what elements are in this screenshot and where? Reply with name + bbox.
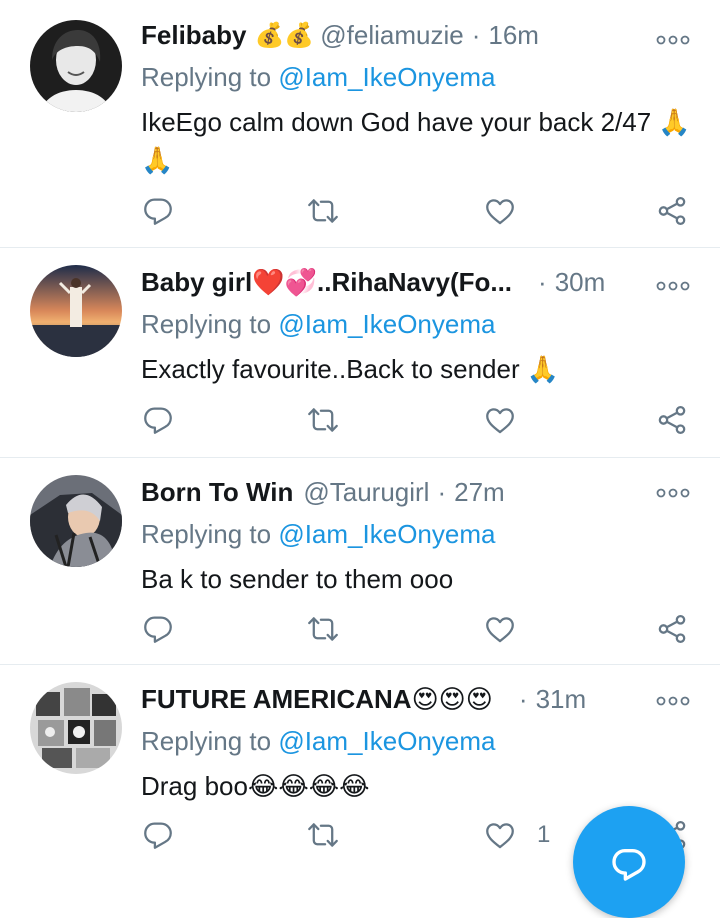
separator-dot: · (437, 476, 447, 507)
more-options-icon[interactable] (656, 694, 690, 708)
heart-icon (483, 194, 517, 228)
heart-icon (483, 403, 517, 437)
retweet-icon (306, 818, 340, 852)
share-icon (655, 403, 689, 437)
avatar[interactable] (30, 265, 122, 357)
retweet-icon (306, 612, 340, 646)
name-emoji: 💰💰 (254, 21, 315, 49)
reply-button[interactable] (141, 194, 175, 228)
tweet-text: Drag boo😂😂😂😂 (141, 771, 370, 801)
share-button[interactable] (655, 612, 689, 646)
avatar[interactable] (30, 475, 122, 567)
tweet-actions (141, 403, 690, 443)
replying-prefix: Replying to (141, 309, 279, 339)
reply-icon (141, 403, 175, 437)
share-icon (655, 612, 689, 646)
reply-button[interactable] (141, 818, 175, 852)
replying-to: Replying to @Iam_IkeOnyema (141, 519, 495, 550)
replying-to-link[interactable]: @Iam_IkeOnyema (278, 519, 495, 549)
replying-prefix: Replying to (141, 62, 279, 92)
replying-to-link[interactable]: @Iam_IkeOnyema (278, 309, 495, 339)
heart-icon (483, 818, 517, 852)
user-handle[interactable]: @Taurugirl (303, 477, 429, 508)
timestamp[interactable]: 31m (536, 684, 587, 715)
retweet-button[interactable] (306, 612, 340, 646)
tweet-text: Ba k to sender to them ooo (141, 564, 454, 594)
like-button[interactable] (483, 818, 517, 852)
timestamp[interactable]: 27m (454, 477, 505, 508)
tweet-header: Baby girl❤️💞..RihaNavy(Fo... · 30m (141, 264, 605, 300)
retweet-button[interactable] (306, 818, 340, 852)
like-button[interactable] (483, 403, 517, 437)
user-handle[interactable]: @feliamuzie (320, 20, 463, 51)
display-name[interactable]: Felibaby (141, 20, 246, 51)
retweet-icon (306, 403, 340, 437)
share-button[interactable] (655, 194, 689, 228)
reply-icon (141, 818, 175, 852)
share-icon (655, 194, 689, 228)
tweet-header: Born To Win @Taurugirl · 27m (141, 474, 505, 510)
retweet-button[interactable] (306, 403, 340, 437)
reply-icon (141, 612, 175, 646)
tweet-actions (141, 194, 690, 234)
separator-dot: · (518, 683, 528, 714)
avatar[interactable] (30, 20, 122, 112)
timestamp[interactable]: 16m (488, 20, 539, 51)
display-name[interactable]: FUTURE AMERICANA😍😍😍 (141, 684, 493, 715)
replying-to: Replying to @Iam_IkeOnyema (141, 309, 495, 340)
display-name[interactable]: Baby girl❤️💞..RihaNavy(Fo... (141, 267, 512, 298)
replying-prefix: Replying to (141, 519, 279, 549)
reply-button[interactable] (141, 403, 175, 437)
separator-dot: · (471, 19, 481, 50)
reply-button[interactable] (141, 612, 175, 646)
tweet-text: Exactly favourite..Back to sender 🙏 (141, 354, 560, 384)
separator-dot: · (538, 266, 547, 297)
retweet-button[interactable] (306, 194, 340, 228)
more-options-icon[interactable] (656, 486, 690, 500)
more-options-icon[interactable] (656, 279, 690, 293)
like-button[interactable] (483, 612, 517, 646)
like-button[interactable] (483, 194, 517, 228)
timestamp[interactable]: 30m (555, 267, 606, 298)
share-button[interactable] (655, 403, 689, 437)
display-name[interactable]: Born To Win (141, 477, 293, 508)
tweet-item[interactable]: Baby girl❤️💞..RihaNavy(Fo... · 30m Reply… (0, 247, 720, 458)
compose-button[interactable] (573, 806, 685, 918)
tweet-text: IkeEgo calm down God have your back 2/47… (141, 107, 691, 175)
replying-to: Replying to @Iam_IkeOnyema (141, 62, 495, 93)
reply-icon (141, 194, 175, 228)
tweet-actions (141, 612, 690, 652)
replying-to-link[interactable]: @Iam_IkeOnyema (278, 726, 495, 756)
heart-icon (483, 612, 517, 646)
retweet-icon (306, 194, 340, 228)
tweet-header: FUTURE AMERICANA😍😍😍 · 31m (141, 681, 586, 717)
compose-icon (612, 849, 646, 881)
avatar[interactable] (30, 682, 122, 774)
replying-to-link[interactable]: @Iam_IkeOnyema (278, 62, 495, 92)
replying-prefix: Replying to (141, 726, 279, 756)
more-options-icon[interactable] (656, 33, 690, 47)
tweet-header: Felibaby 💰💰 @feliamuzie · 16m (141, 17, 539, 53)
like-count: 1 (537, 821, 551, 848)
tweet-item[interactable]: Felibaby 💰💰 @feliamuzie · 16m Replying t… (0, 0, 720, 248)
replying-to: Replying to @Iam_IkeOnyema (141, 726, 495, 757)
tweet-item[interactable]: Born To Win @Taurugirl · 27m Replying to… (0, 457, 720, 665)
